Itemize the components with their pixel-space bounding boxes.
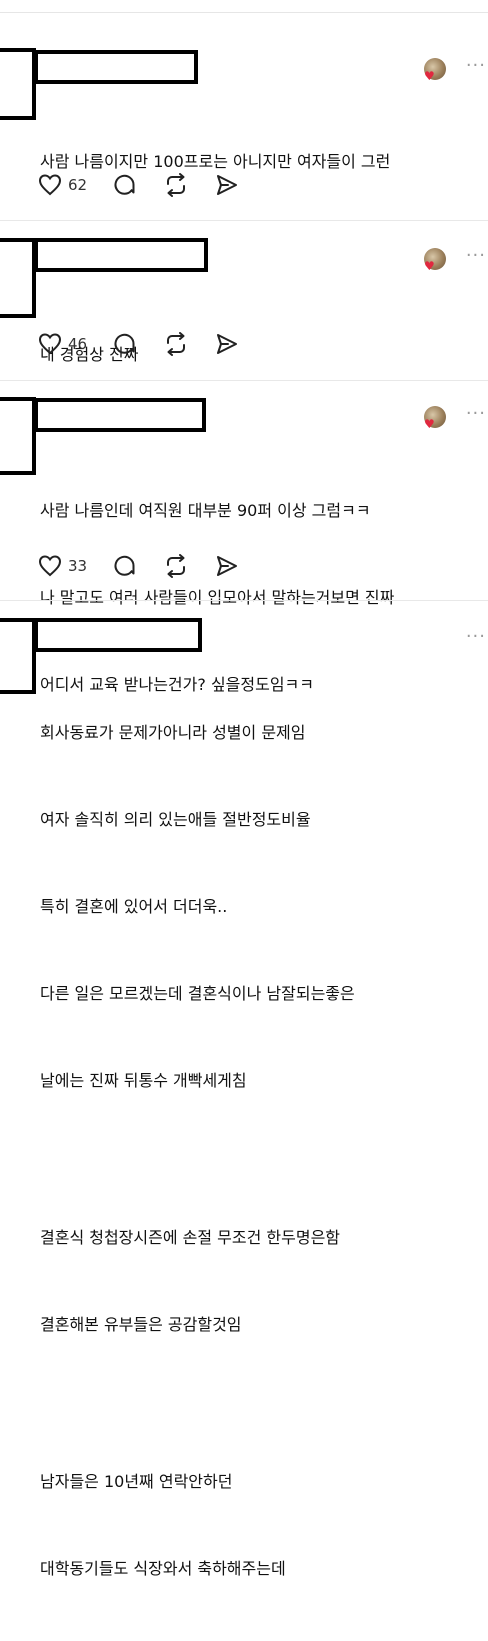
heart-outline-icon <box>38 555 62 577</box>
heart-badge-icon: ♥ <box>424 69 435 83</box>
like-count: 62 <box>68 176 88 194</box>
post-line: 다른 일은 모르겠는데 결혼식이나 남잘되는좋은 <box>40 984 355 1003</box>
post-text: 회사동료가 문제가아니라 성별이 문제임 여자 솔직히 의리 있는애들 절반정도… <box>40 660 480 1641</box>
repost-button[interactable] <box>163 332 189 356</box>
share-button[interactable] <box>215 554 239 578</box>
post-actions: 62 <box>38 171 265 199</box>
redacted-username <box>34 618 202 652</box>
post-line <box>40 1397 480 1409</box>
post-actions: 46 <box>38 330 265 358</box>
share-button[interactable] <box>215 332 239 356</box>
redaction-bracket <box>0 238 36 318</box>
post-line: 나 말고도 여러 사람들이 입모아서 말하는거보면 진짜 <box>40 588 395 607</box>
post-divider <box>0 220 488 221</box>
reply-button[interactable] <box>113 173 137 197</box>
post-divider <box>0 600 488 601</box>
more-dots-icon[interactable]: ··· <box>466 57 486 75</box>
post-line: 사람 나름인데 여직원 대부분 90퍼 이상 그럼ㅋㅋ <box>40 501 371 520</box>
repost-button[interactable] <box>163 173 189 197</box>
post-line <box>40 1153 480 1165</box>
send-icon <box>217 175 238 195</box>
post-divider <box>0 380 488 381</box>
speech-bubble-icon <box>114 174 135 195</box>
post-line: 결혼해본 유부들은 공감할것임 <box>40 1315 242 1334</box>
post-line: 남자들은 10년째 연락안하던 <box>40 1472 233 1491</box>
heart-badge-icon: ♥ <box>424 259 435 273</box>
redaction-bracket <box>0 397 36 475</box>
heart-outline-icon <box>38 333 62 355</box>
more-dots-icon[interactable]: ··· <box>466 405 486 423</box>
speech-bubble-icon <box>114 333 135 354</box>
share-button[interactable] <box>215 173 239 197</box>
more-dots-icon[interactable]: ··· <box>466 628 486 646</box>
post-line: 대학동기들도 식장와서 축하해주는데 <box>40 1559 286 1578</box>
post-line: 여자 솔직히 의리 있는애들 절반정도비율 <box>40 810 311 829</box>
like-button[interactable]: 46 <box>38 333 87 355</box>
redacted-username <box>34 238 208 272</box>
reply-button[interactable] <box>113 332 137 356</box>
repost-icon <box>167 332 186 356</box>
post-actions: 33 <box>38 552 265 580</box>
top-divider <box>0 12 488 13</box>
like-count: 46 <box>68 335 88 353</box>
heart-outline-icon <box>38 174 62 196</box>
send-icon <box>217 556 238 576</box>
repost-icon <box>167 554 186 578</box>
send-icon <box>217 334 238 354</box>
post-line: 회사동료가 문제가아니라 성별이 문제임 <box>40 723 306 742</box>
redacted-username <box>34 50 198 84</box>
heart-badge-icon: ♥ <box>424 417 435 431</box>
redacted-username <box>34 398 206 432</box>
speech-bubble-icon <box>114 555 135 576</box>
post-line: 결혼식 청첩장시즌에 손절 무조건 한두명은함 <box>40 1228 341 1247</box>
repost-button[interactable] <box>163 554 189 578</box>
more-dots-icon[interactable]: ··· <box>466 247 486 265</box>
redaction-bracket <box>0 618 36 694</box>
repost-icon <box>167 173 186 197</box>
like-button[interactable]: 62 <box>38 174 87 196</box>
like-button[interactable]: 33 <box>38 555 87 577</box>
redaction-bracket <box>0 48 36 120</box>
reply-button[interactable] <box>113 554 137 578</box>
like-count: 33 <box>68 557 88 575</box>
post-line: 특히 결혼에 있어서 더더욱.. <box>40 897 228 916</box>
post-line: 날에는 진짜 뒤통수 개빡세게침 <box>40 1071 247 1090</box>
